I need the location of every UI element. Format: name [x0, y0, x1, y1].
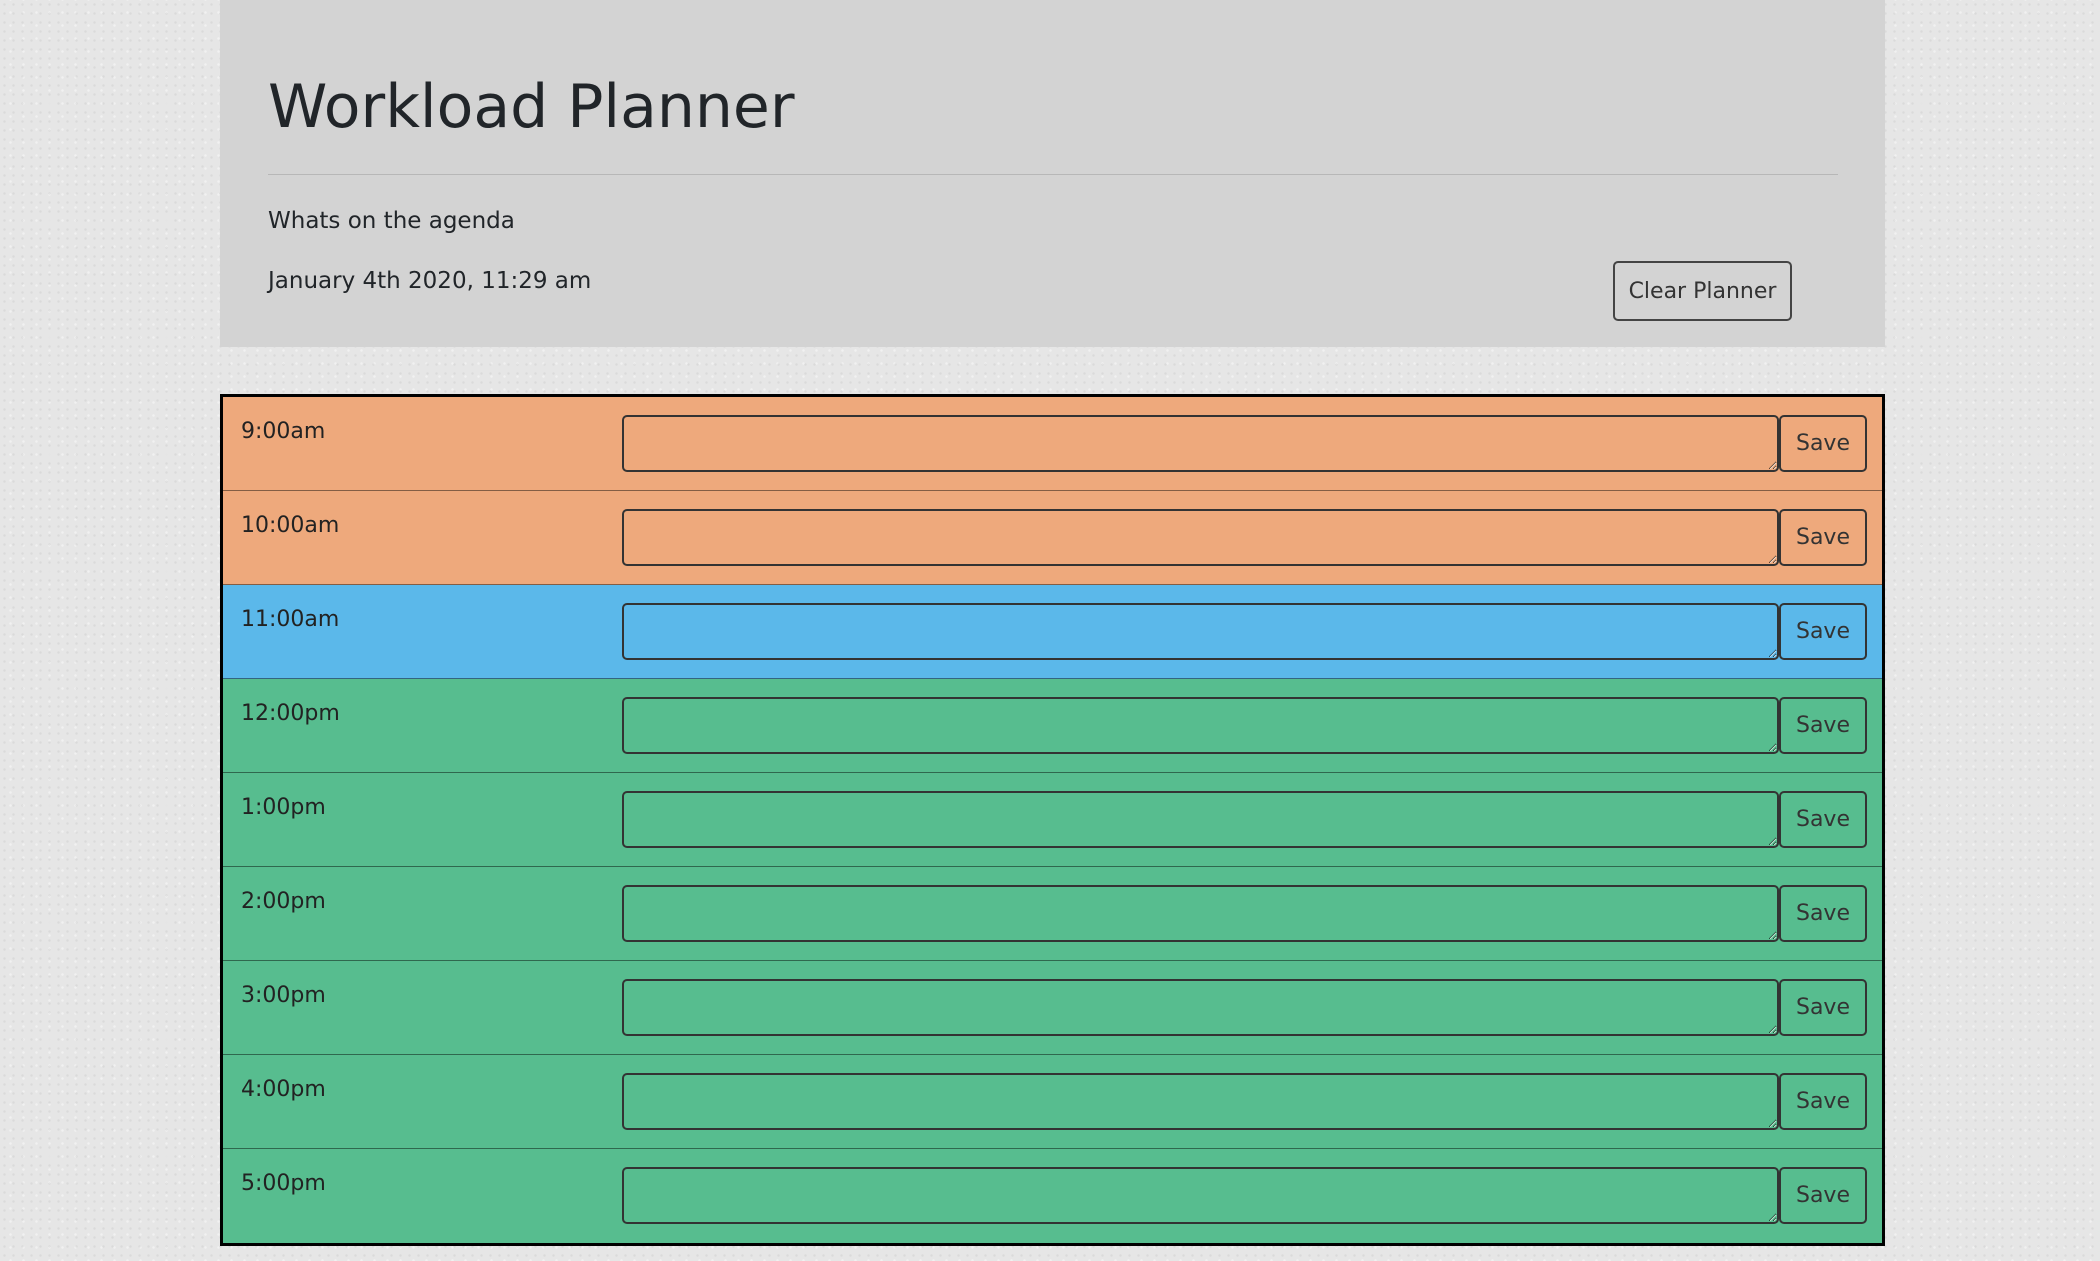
task-input[interactable] [622, 697, 1779, 754]
hour-label: 10:00am [241, 513, 340, 538]
hour-label: 3:00pm [241, 983, 326, 1008]
hour-label: 12:00pm [241, 701, 340, 726]
time-block-row: 5:00pm Save [223, 1149, 1882, 1243]
task-input[interactable] [622, 1167, 1779, 1224]
save-button[interactable]: Save [1779, 603, 1867, 660]
save-button[interactable]: Save [1779, 885, 1867, 942]
task-input[interactable] [622, 1073, 1779, 1130]
task-input[interactable] [622, 979, 1779, 1036]
clear-planner-button[interactable]: Clear Planner [1613, 261, 1792, 321]
task-input[interactable] [622, 791, 1779, 848]
page-title: Workload Planner [268, 72, 795, 142]
hour-label: 4:00pm [241, 1077, 326, 1102]
hour-label: 11:00am [241, 607, 340, 632]
time-block-row: 11:00am Save [223, 585, 1882, 679]
hour-label: 9:00am [241, 419, 326, 444]
header-jumbotron: Workload Planner Whats on the agenda Jan… [220, 0, 1885, 347]
save-button[interactable]: Save [1779, 509, 1867, 566]
hour-label: 5:00pm [241, 1171, 326, 1196]
hour-label: 2:00pm [241, 889, 326, 914]
time-block-row: 1:00pm Save [223, 773, 1882, 867]
current-datetime: January 4th 2020, 11:29 am [268, 268, 592, 294]
time-block-row: 3:00pm Save [223, 961, 1882, 1055]
save-button[interactable]: Save [1779, 1073, 1867, 1130]
task-input[interactable] [622, 885, 1779, 942]
save-button[interactable]: Save [1779, 415, 1867, 472]
task-input[interactable] [622, 415, 1779, 472]
header-divider [268, 174, 1838, 175]
hour-label: 1:00pm [241, 795, 326, 820]
save-button[interactable]: Save [1779, 791, 1867, 848]
time-block-row: 2:00pm Save [223, 867, 1882, 961]
page-subtitle: Whats on the agenda [268, 208, 515, 234]
time-block-row: 10:00am Save [223, 491, 1882, 585]
task-input[interactable] [622, 509, 1779, 566]
planner-table: 9:00am Save 10:00am Save 11:00am Save 12:00pm S… [220, 394, 1885, 1246]
time-block-row: 9:00am Save [223, 397, 1882, 491]
time-block-row: 12:00pm Save [223, 679, 1882, 773]
task-input[interactable] [622, 603, 1779, 660]
save-button[interactable]: Save [1779, 1167, 1867, 1224]
time-block-row: 4:00pm Save [223, 1055, 1882, 1149]
save-button[interactable]: Save [1779, 979, 1867, 1036]
save-button[interactable]: Save [1779, 697, 1867, 754]
